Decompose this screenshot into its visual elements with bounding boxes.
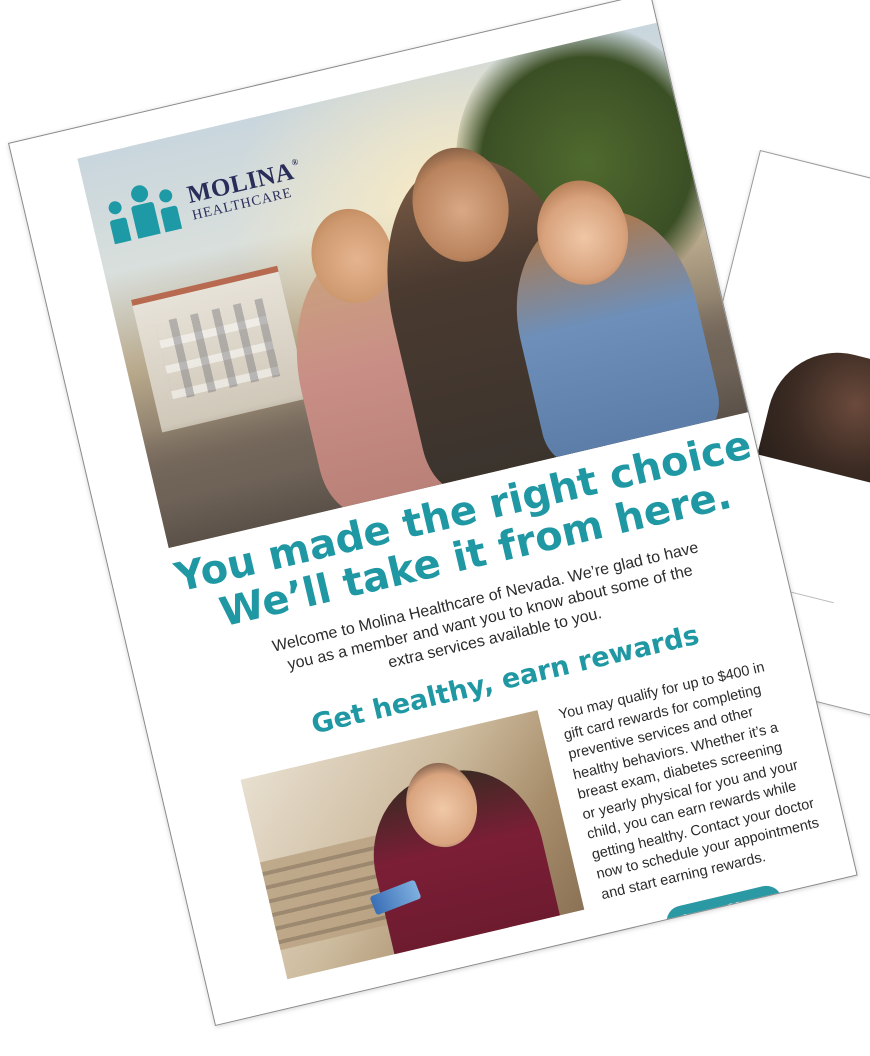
smiling-woman (356, 754, 566, 979)
woman-with-gift-card-photo (240, 710, 585, 980)
flyer-mockup-scene: MOLINA® HEALTHCARE You made the right ch… (0, 0, 870, 1056)
learn-more-button[interactable]: Learn More (663, 882, 786, 941)
back-page-photo (757, 337, 870, 484)
front-flyer-page: MOLINA® HEALTHCARE You made the right ch… (8, 0, 858, 1027)
rewards-body-text: You may qualify for up to $400 in gift c… (557, 648, 847, 905)
